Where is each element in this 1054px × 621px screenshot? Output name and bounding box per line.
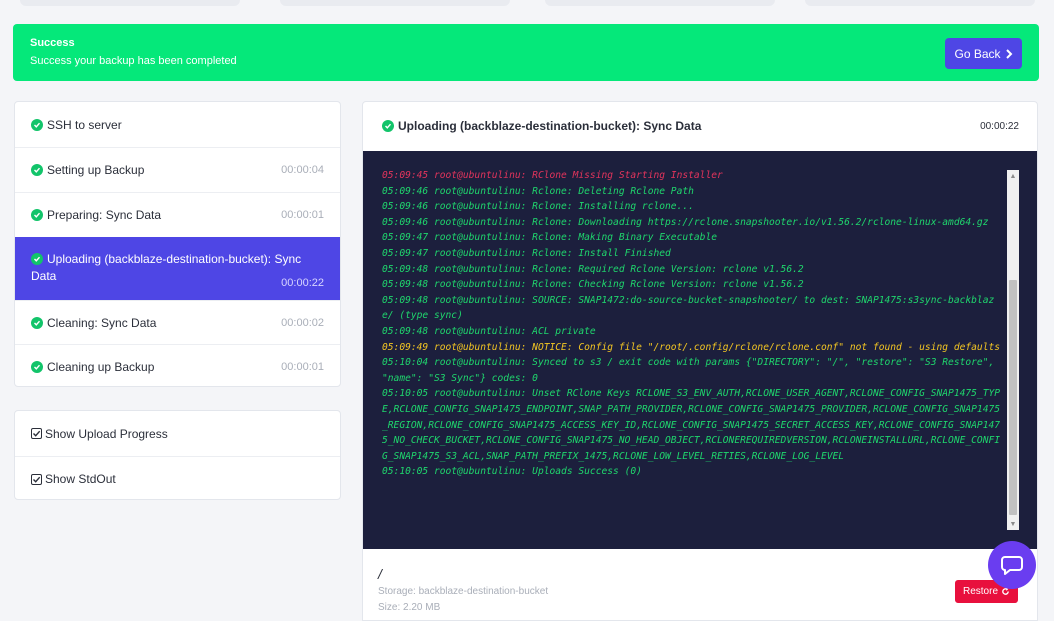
step-duration: 00:00:22: [281, 277, 324, 289]
panel-title: Uploading (backblaze-destination-bucket)…: [398, 119, 702, 133]
step-setting-up-backup[interactable]: Setting up Backup 00:00:04: [15, 147, 340, 192]
panel-duration: 00:00:22: [980, 121, 1019, 132]
go-back-label: Go Back: [954, 46, 1001, 61]
log-line: 05:09:48 root@ubuntulinu: SOURCE: SNAP14…: [382, 294, 995, 322]
step-label: Cleaning: Sync Data: [47, 315, 157, 330]
log-line: 05:09:45 root@ubuntulinu: RClone Missing…: [382, 170, 723, 181]
top-nav-remnant: [0, 0, 1054, 10]
step-uploading-active[interactable]: Uploading (backblaze-destination-bucket)…: [15, 237, 340, 300]
log-line: 05:10:05 root@ubuntulinu: Uploads Succes…: [382, 466, 642, 478]
log-line: 05:09:49 root@ubuntulinu: NOTICE: Config…: [382, 341, 1001, 353]
panel-header: Uploading (backblaze-destination-bucket)…: [363, 102, 1037, 151]
show-upload-progress-toggle[interactable]: Show Upload Progress: [15, 411, 340, 456]
checkbox-checked-icon[interactable]: [31, 473, 42, 485]
log-line: 05:09:46 root@ubuntulinu: Rclone: Instal…: [382, 201, 694, 213]
check-circle-icon: [31, 360, 43, 373]
check-circle-icon: [31, 209, 43, 221]
alert-title: Success: [30, 37, 75, 49]
step-preparing-sync[interactable]: Preparing: Sync Data 00:00:01: [15, 192, 340, 237]
log-line: 05:09:47 root@ubuntulinu: Rclone: Making…: [382, 232, 718, 244]
step-label: Cleaning up Backup: [47, 359, 155, 374]
backup-steps-list: SSH to server Setting up Backup 00:00:04…: [14, 101, 341, 387]
chevron-right-icon: [1005, 48, 1012, 59]
option-label: Show StdOut: [45, 472, 116, 486]
log-line: 05:10:04 root@ubuntulinu: Synced to s3 /…: [382, 357, 1001, 384]
alert-message: Success your backup has been completed: [30, 55, 237, 67]
size-info: Size: 2.20 MB: [378, 602, 441, 613]
step-label: SSH to server: [47, 117, 122, 132]
step-label: Setting up Backup: [47, 163, 145, 177]
nav-tab-shadow: [280, 0, 510, 6]
log-line: 05:09:48 root@ubuntulinu: Rclone: Checki…: [382, 279, 804, 291]
check-circle-icon: [31, 316, 43, 329]
log-line: 05:10:05 root@ubuntulinu: Unset RClone K…: [382, 388, 1001, 462]
chat-bubble-icon: [1001, 556, 1023, 575]
show-stdout-toggle[interactable]: Show StdOut: [15, 456, 340, 501]
go-back-button[interactable]: Go Back: [945, 38, 1022, 69]
step-label-continued: Data: [31, 269, 57, 283]
log-line: 05:09:46 root@ubuntulinu: Rclone: Downlo…: [382, 216, 989, 228]
step-duration: 00:00:04: [281, 164, 324, 176]
nav-tab-shadow: [20, 0, 240, 6]
log-output: 05:09:45 root@ubuntulinu: RClone Missing…: [382, 168, 1002, 480]
scroll-up-arrow-icon[interactable]: ▲: [1007, 170, 1019, 182]
nav-tab-shadow: [805, 0, 1035, 6]
step-label: Preparing: Sync Data: [47, 208, 162, 222]
log-line: 05:09:48 root@ubuntulinu: ACL private: [382, 325, 596, 337]
check-circle-icon: [31, 253, 43, 265]
step-duration: 00:00:01: [281, 360, 324, 373]
log-line: 05:09:47 root@ubuntulinu: Rclone: Instal…: [382, 247, 671, 259]
backup-summary: / Storage: backblaze-destination-bucket …: [363, 549, 1037, 620]
step-duration: 00:00:02: [281, 316, 324, 329]
log-scrollbar[interactable]: ▲ ▼: [1007, 170, 1019, 530]
step-detail-panel: Uploading (backblaze-destination-bucket)…: [362, 101, 1038, 621]
log-line: 05:09:46 root@ubuntulinu: Rclone: Deleti…: [382, 185, 694, 197]
step-duration: 00:00:01: [281, 209, 324, 221]
backup-path: /: [378, 566, 382, 582]
scrollbar-thumb[interactable]: [1009, 280, 1017, 515]
option-label: Show Upload Progress: [45, 426, 168, 441]
check-circle-icon: [382, 120, 394, 132]
log-console[interactable]: 05:09:45 root@ubuntulinu: RClone Missing…: [363, 151, 1037, 549]
display-options: Show Upload Progress Show StdOut: [14, 410, 341, 500]
success-alert: Success Success your backup has been com…: [13, 24, 1039, 81]
log-line: 05:09:48 root@ubuntulinu: Rclone: Requir…: [382, 263, 804, 275]
restore-label: Restore: [962, 586, 998, 597]
storage-info: Storage: backblaze-destination-bucket: [378, 586, 549, 597]
nav-tab-shadow: [545, 0, 775, 6]
check-circle-icon: [31, 164, 43, 176]
step-ssh[interactable]: SSH to server: [15, 102, 340, 147]
checkbox-checked-icon[interactable]: [31, 428, 42, 439]
step-cleaning-up-backup[interactable]: Cleaning up Backup 00:00:01: [15, 344, 340, 386]
step-cleaning-sync[interactable]: Cleaning: Sync Data 00:00:02: [15, 300, 340, 344]
step-label: Uploading (backblaze-destination-bucket)…: [47, 252, 302, 266]
check-circle-icon: [31, 118, 43, 131]
scroll-down-arrow-icon[interactable]: ▼: [1007, 518, 1019, 530]
chat-support-button[interactable]: [988, 541, 1036, 589]
